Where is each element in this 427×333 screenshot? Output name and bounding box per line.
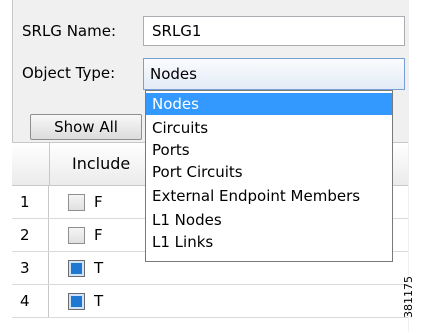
include-checkbox[interactable] <box>68 227 85 244</box>
dropdown-option[interactable]: L1 Links <box>146 231 392 253</box>
object-type-dropdown-list: Nodes Circuits Ports Port Circuits Exter… <box>145 90 393 262</box>
show-all-button[interactable]: Show All <box>30 114 142 140</box>
include-value: T <box>94 259 104 277</box>
dropdown-option[interactable]: Ports <box>146 139 392 161</box>
dropdown-option[interactable]: L1 Nodes <box>146 209 392 231</box>
dropdown-option[interactable]: Nodes <box>146 93 392 115</box>
include-value: F <box>94 193 103 211</box>
include-value: F <box>94 226 103 244</box>
row-number: 2 <box>12 219 49 251</box>
object-type-value: Nodes <box>150 65 197 83</box>
table-row[interactable]: 4 T <box>12 285 408 318</box>
dropdown-option[interactable]: Circuits <box>146 117 392 139</box>
include-value: T <box>94 292 104 310</box>
srlg-name-field[interactable]: SRLG1 <box>143 16 405 46</box>
row-number: 4 <box>12 285 49 317</box>
include-checkbox[interactable] <box>68 293 85 310</box>
row-number: 3 <box>12 252 49 284</box>
include-checkbox[interactable] <box>68 194 85 211</box>
figure-id: 381175 <box>402 276 415 318</box>
dropdown-option[interactable]: Port Circuits <box>146 161 392 183</box>
object-type-label: Object Type: <box>22 64 116 82</box>
dropdown-option[interactable]: External Endpoint Members <box>146 185 392 207</box>
row-number-header <box>12 143 50 185</box>
row-number: 1 <box>12 186 49 218</box>
include-checkbox[interactable] <box>68 260 85 277</box>
srlg-name-label: SRLG Name: <box>22 22 116 40</box>
object-type-combo[interactable]: Nodes <box>143 58 405 90</box>
